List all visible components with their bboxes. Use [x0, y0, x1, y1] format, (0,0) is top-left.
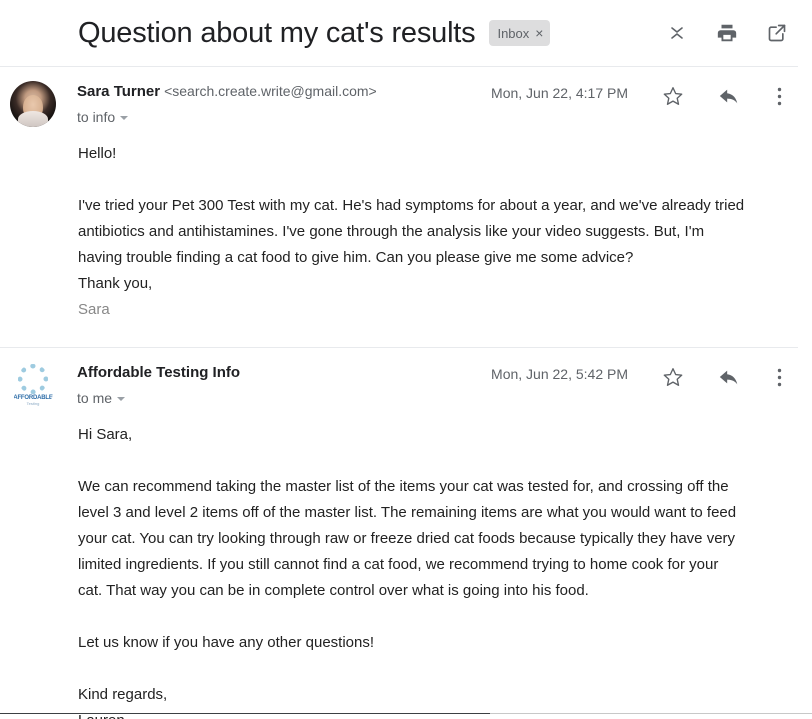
- page-title: Question about my cat's results: [78, 16, 476, 49]
- sender-email: <search.create.write@gmail.com>: [164, 83, 377, 99]
- body-signature: Sara: [78, 301, 110, 318]
- bottom-divider-faint-segment: [490, 713, 812, 714]
- message-1-header: Sara Turner <search.create.write@gmail.co…: [0, 67, 798, 127]
- body-line: having trouble finding a cat food to giv…: [78, 249, 634, 266]
- logo-subtext: Testing: [26, 400, 40, 406]
- body-line: cat. That way you can be in complete con…: [78, 582, 589, 599]
- body-line: Hello!: [78, 145, 117, 162]
- recipient-line[interactable]: to info: [77, 109, 491, 125]
- body-line: your cat. You can try looking through ra…: [78, 530, 736, 547]
- recipient-label: to me: [77, 390, 113, 406]
- avatar: AFFORDABLE Testing: [10, 362, 56, 408]
- body-line: antibiotics and antihistamines. I've gon…: [78, 223, 705, 240]
- message-timestamp: Mon, Jun 22, 5:42 PM: [491, 366, 628, 382]
- recipient-label: to info: [77, 109, 116, 125]
- header-actions: [664, 20, 798, 46]
- body-blank-line: [78, 604, 786, 630]
- email-thread-view: Question about my cat's results Inbox ×: [0, 0, 812, 719]
- body-blank-line: [78, 448, 786, 474]
- message-2-header: AFFORDABLE Testing Affordable Testing In…: [0, 348, 798, 408]
- star-icon[interactable]: [656, 364, 690, 390]
- reply-icon[interactable]: [712, 364, 746, 390]
- message-2[interactable]: AFFORDABLE Testing Affordable Testing In…: [0, 347, 812, 719]
- logo-wordmark: AFFORDABLE: [13, 394, 53, 401]
- bottom-divider: [0, 713, 812, 714]
- sender-name: Sara Turner: [77, 83, 161, 100]
- message-1-meta: Mon, Jun 22, 4:17 PM: [491, 79, 790, 109]
- message-2-sender-block: Affordable Testing Info to me: [56, 360, 491, 406]
- print-icon[interactable]: [714, 20, 740, 46]
- sender-line: Sara Turner <search.create.write@gmail.co…: [77, 81, 491, 102]
- chevron-down-icon[interactable]: [117, 397, 126, 401]
- open-in-new-window-icon[interactable]: [764, 20, 790, 46]
- subject-area: Question about my cat's results Inbox ×: [78, 17, 664, 50]
- avatar: [10, 81, 56, 127]
- thread-header: Question about my cat's results Inbox ×: [0, 0, 812, 66]
- reply-icon[interactable]: [712, 83, 746, 109]
- body-line: limited ingredients. If you still cannot…: [78, 556, 719, 573]
- star-icon[interactable]: [656, 83, 690, 109]
- body-blank-line: [78, 167, 786, 193]
- body-line: Kind regards,: [78, 686, 168, 703]
- more-options-icon[interactable]: [768, 364, 790, 390]
- body-line: Let us know if you have any other questi…: [78, 634, 375, 651]
- message-1-body: Hello! I've tried your Pet 300 Test with…: [0, 127, 798, 323]
- more-options-icon[interactable]: [768, 83, 790, 109]
- message-timestamp: Mon, Jun 22, 4:17 PM: [491, 85, 628, 101]
- chevron-down-icon[interactable]: [120, 116, 129, 120]
- body-line: We can recommend taking the master list …: [78, 478, 729, 495]
- close-icon[interactable]: ×: [535, 26, 543, 40]
- body-line: I've tried your Pet 300 Test with my cat…: [78, 197, 745, 214]
- body-blank-line: [78, 656, 786, 682]
- message-1[interactable]: Sara Turner <search.create.write@gmail.co…: [0, 66, 812, 323]
- message-1-sender-block: Sara Turner <search.create.write@gmail.co…: [56, 79, 491, 125]
- logo-ring-icon: [18, 363, 48, 394]
- label-chip-inbox[interactable]: Inbox ×: [489, 20, 551, 46]
- label-chip-text: Inbox: [497, 25, 530, 41]
- body-line: Thank you,: [78, 275, 153, 292]
- message-2-meta: Mon, Jun 22, 5:42 PM: [491, 360, 790, 390]
- sender-name: Affordable Testing Info: [77, 364, 241, 381]
- message-2-body: Hi Sara, We can recommend taking the mas…: [0, 408, 798, 719]
- sender-line: Affordable Testing Info: [77, 362, 491, 383]
- collapse-all-icon[interactable]: [664, 20, 690, 46]
- body-line: level 3 and level 2 items off of the mas…: [78, 504, 737, 521]
- body-line: Hi Sara,: [78, 426, 133, 443]
- recipient-line[interactable]: to me: [77, 390, 491, 406]
